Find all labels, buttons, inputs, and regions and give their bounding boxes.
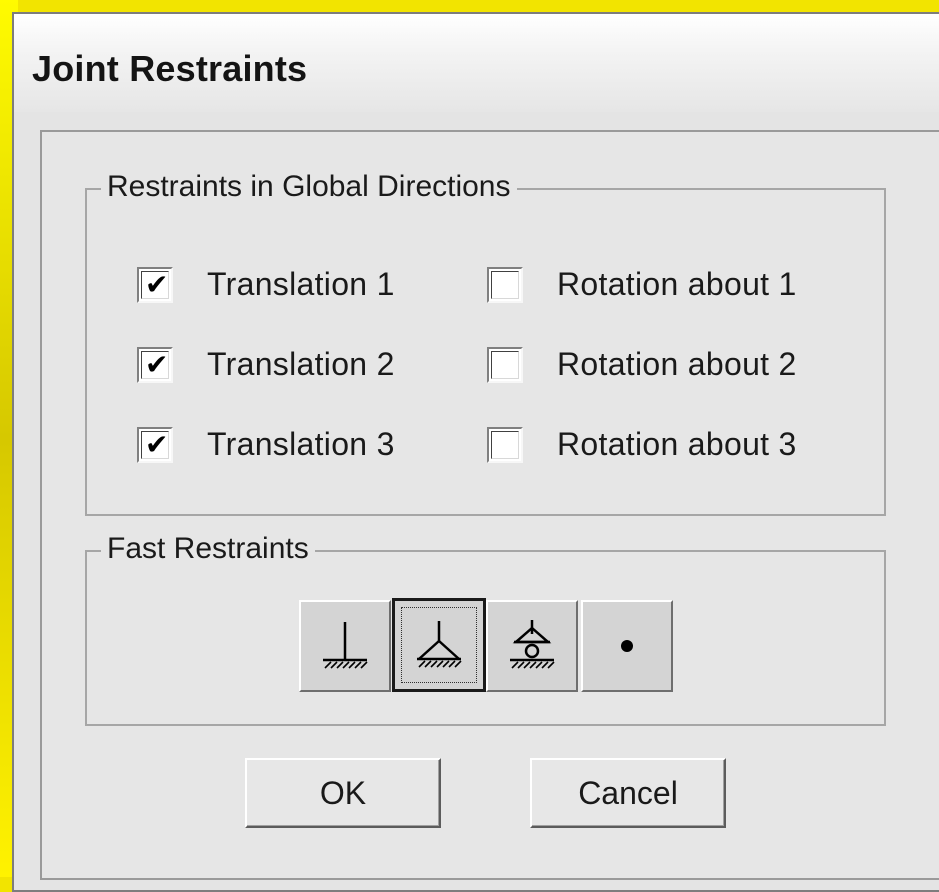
checkbox-translation-1-box[interactable]: ✔ <box>137 266 173 303</box>
checkbox-rotation-3-label: Rotation about 3 <box>557 426 797 462</box>
checkbox-translation-1[interactable]: ✔ Translation 1 <box>137 266 395 303</box>
checkbox-rotation-1[interactable]: Rotation about 1 <box>487 266 797 303</box>
checkbox-translation-2-label: Translation 2 <box>207 346 395 382</box>
fixed-restraint-button[interactable] <box>299 600 391 692</box>
pinned-restraint-button[interactable] <box>392 598 486 692</box>
checkbox-rotation-1-label: Rotation about 1 <box>557 266 797 302</box>
pinned-support-icon <box>417 621 462 668</box>
checkbox-rotation-2-label: Rotation about 2 <box>557 346 797 382</box>
checkbox-translation-2[interactable]: ✔ Translation 2 <box>137 346 395 383</box>
roller-restraint-button[interactable] <box>486 600 578 692</box>
fast-restraints-group: Fast Restraints <box>85 531 886 726</box>
global-restraints-group: Restraints in Global Directions ✔ Transl… <box>85 169 886 516</box>
global-restraints-legend: Restraints in Global Directions <box>101 169 517 205</box>
dialog-title: Joint Restraints <box>32 48 308 89</box>
checkbox-translation-3-box[interactable]: ✔ <box>137 426 173 463</box>
check-mark-icon: ✔ <box>145 348 169 380</box>
checkbox-rotation-3-box[interactable] <box>487 426 523 463</box>
checkbox-rotation-3[interactable]: Rotation about 3 <box>487 426 797 463</box>
checkbox-rotation-1-box[interactable] <box>487 266 523 303</box>
ok-button[interactable]: OK <box>245 758 441 828</box>
checkbox-translation-3[interactable]: ✔ Translation 3 <box>137 426 395 463</box>
fast-restraints-legend: Fast Restraints <box>101 531 315 567</box>
roller-support-icon <box>510 620 555 669</box>
checkbox-translation-2-box[interactable]: ✔ <box>137 346 173 383</box>
cancel-button[interactable]: Cancel <box>530 758 726 828</box>
free-restraint-button[interactable] <box>581 600 673 692</box>
checkbox-translation-1-label: Translation 1 <box>207 266 395 302</box>
checkbox-rotation-2[interactable]: Rotation about 2 <box>487 346 797 383</box>
free-joint-icon <box>621 640 633 652</box>
checkbox-rotation-2-box[interactable] <box>487 346 523 383</box>
check-mark-icon: ✔ <box>145 268 169 300</box>
checkbox-translation-3-label: Translation 3 <box>207 426 395 462</box>
check-mark-icon: ✔ <box>145 428 169 460</box>
title-bar[interactable]: Joint Restraints <box>14 14 939 112</box>
fixed-support-icon <box>323 622 368 669</box>
